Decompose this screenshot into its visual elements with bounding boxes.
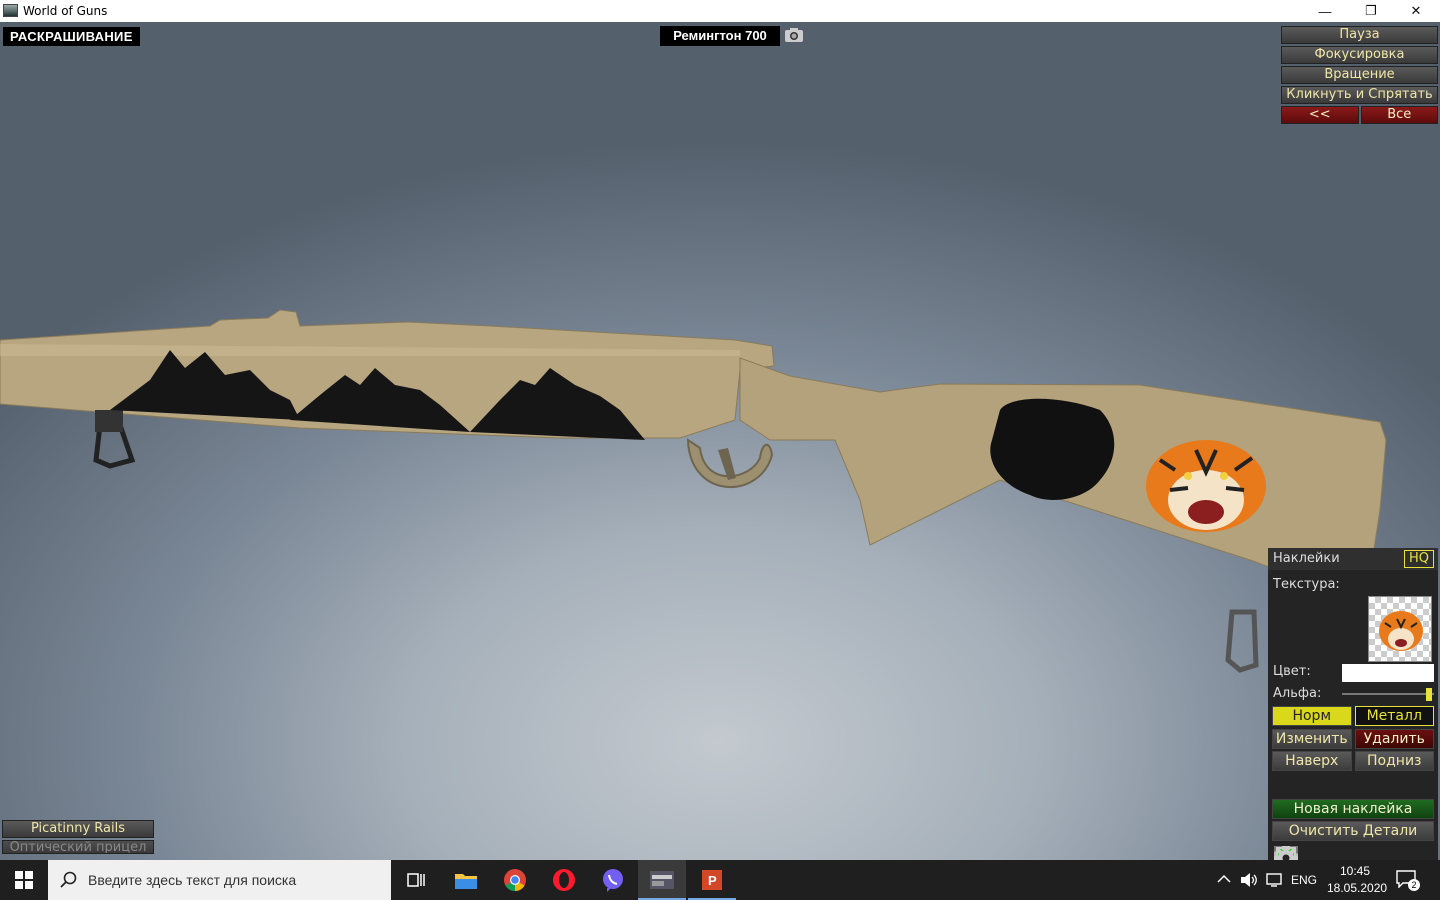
delete-button[interactable]: Удалить bbox=[1354, 729, 1434, 749]
volume-icon[interactable] bbox=[1240, 872, 1258, 888]
window-title: World of Guns bbox=[23, 4, 108, 18]
clear-parts-button[interactable]: Очистить Детали bbox=[1272, 821, 1434, 841]
rotation-button[interactable]: Вращение bbox=[1281, 66, 1438, 84]
alpha-label: Альфа: bbox=[1273, 686, 1322, 701]
app-icon bbox=[3, 4, 18, 17]
decal-tools bbox=[1272, 844, 1434, 860]
all-button[interactable]: Все bbox=[1360, 106, 1438, 124]
search-icon bbox=[60, 871, 77, 888]
new-decal-button[interactable]: Новая наклейка bbox=[1272, 799, 1434, 819]
send-to-bottom-button[interactable]: Подниз bbox=[1354, 751, 1434, 771]
skull-icon[interactable] bbox=[1276, 844, 1368, 860]
decals-title: Наклейки bbox=[1273, 551, 1340, 566]
view-menu: Пауза Фокусировка Вращение Кликнуть и Сп… bbox=[1281, 26, 1438, 126]
texture-thumbnail[interactable] bbox=[1368, 596, 1432, 662]
back-button[interactable]: << bbox=[1281, 106, 1359, 124]
camera-icon[interactable] bbox=[784, 26, 804, 44]
part-optical-sight[interactable]: Оптический прицел bbox=[2, 840, 154, 854]
tiger-decal bbox=[1146, 440, 1266, 532]
language-indicator[interactable]: ENG bbox=[1291, 873, 1317, 887]
texture-label: Текстура: bbox=[1273, 577, 1340, 592]
opera-icon[interactable] bbox=[540, 860, 588, 900]
restore-button[interactable]: ❐ bbox=[1348, 0, 1394, 22]
file-explorer-icon[interactable] bbox=[442, 860, 490, 900]
camo-icon[interactable] bbox=[1274, 844, 1335, 860]
notification-count: 2 bbox=[1408, 879, 1420, 891]
decals-panel: Наклейки HQ Текстура: Цвет: Альфа: Норм … bbox=[1268, 548, 1438, 860]
color-swatch[interactable] bbox=[1342, 664, 1434, 682]
search-box[interactable]: Введите здесь текст для поиска bbox=[48, 860, 391, 900]
clock-time[interactable]: 10:45 bbox=[1340, 864, 1370, 878]
chevron-up-icon[interactable] bbox=[1217, 874, 1231, 884]
title-bar: World of Guns — ❐ ✕ bbox=[0, 0, 1440, 22]
notifications-button[interactable]: 2 bbox=[1396, 870, 1420, 892]
alpha-slider-thumb[interactable] bbox=[1426, 688, 1432, 701]
network-icon[interactable] bbox=[1265, 872, 1283, 888]
task-view-icon[interactable] bbox=[392, 860, 440, 900]
bring-to-top-button[interactable]: Наверх bbox=[1272, 751, 1352, 771]
powerpoint-icon[interactable]: P bbox=[688, 860, 736, 900]
close-button[interactable]: ✕ bbox=[1393, 0, 1439, 22]
gear-icon[interactable] bbox=[1274, 844, 1434, 860]
chrome-icon[interactable] bbox=[491, 860, 539, 900]
pause-button[interactable]: Пауза bbox=[1281, 26, 1438, 44]
viber-icon[interactable] bbox=[589, 860, 637, 900]
metal-button[interactable]: Металл bbox=[1354, 706, 1434, 726]
svg-text:P: P bbox=[708, 873, 717, 888]
weapon-name: Ремингтон 700 bbox=[660, 26, 780, 46]
decals-header: Наклейки HQ bbox=[1268, 548, 1438, 570]
windows-icon bbox=[15, 871, 33, 889]
hq-toggle[interactable]: HQ bbox=[1404, 550, 1434, 568]
viewport[interactable]: РАСКРАШИВАНИЕ Ремингтон 700 Пауза Фокуси… bbox=[0, 22, 1440, 860]
norm-button[interactable]: Норм bbox=[1272, 706, 1352, 726]
start-button[interactable] bbox=[0, 860, 48, 900]
part-picatinny-rails[interactable]: Picatinny Rails bbox=[2, 820, 154, 838]
clock-date[interactable]: 18.05.2020 bbox=[1327, 881, 1387, 895]
parts-list: Picatinny Rails Оптический прицел bbox=[2, 820, 154, 856]
rifle-model[interactable] bbox=[0, 22, 1440, 860]
click-hide-button[interactable]: Кликнуть и Спрятать bbox=[1281, 86, 1438, 104]
search-placeholder: Введите здесь текст для поиска bbox=[88, 872, 297, 888]
mode-label: РАСКРАШИВАНИЕ bbox=[3, 27, 140, 46]
taskbar: Введите здесь текст для поиска P ENG 10:… bbox=[0, 860, 1440, 900]
minimize-button[interactable]: — bbox=[1302, 0, 1348, 22]
world-of-guns-icon[interactable] bbox=[638, 860, 686, 900]
edit-button[interactable]: Изменить bbox=[1272, 729, 1352, 749]
color-label: Цвет: bbox=[1273, 664, 1311, 679]
focus-button[interactable]: Фокусировка bbox=[1281, 46, 1438, 64]
alpha-slider[interactable] bbox=[1342, 693, 1434, 695]
clipboard-icon[interactable] bbox=[1276, 844, 1401, 860]
